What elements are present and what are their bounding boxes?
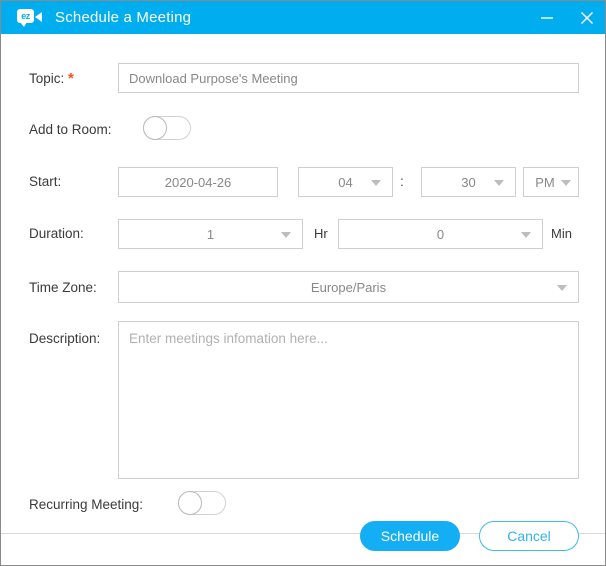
duration-hours-value: 1 bbox=[206, 226, 215, 242]
duration-minutes-select[interactable]: 0 bbox=[338, 219, 543, 249]
time-zone-select[interactable]: Europe/Paris bbox=[118, 271, 579, 303]
start-date-input[interactable]: 2020-04-26 bbox=[118, 167, 278, 197]
toggle-knob bbox=[178, 491, 202, 515]
add-to-room-label: Add to Room: bbox=[29, 122, 112, 137]
chevron-down-icon bbox=[281, 232, 291, 238]
cancel-button[interactable]: Cancel bbox=[479, 521, 579, 551]
schedule-button[interactable]: Schedule bbox=[360, 521, 460, 551]
duration-hours-unit: Hr bbox=[314, 226, 328, 241]
ez-video-icon: ez bbox=[17, 8, 43, 28]
chevron-down-icon bbox=[371, 180, 381, 186]
description-textarea[interactable]: Enter meetings infomation here... bbox=[118, 321, 579, 479]
start-hour-value: 04 bbox=[338, 174, 353, 190]
window-controls bbox=[527, 1, 605, 34]
start-meridiem-select[interactable]: PM bbox=[523, 167, 579, 197]
start-label: Start: bbox=[29, 174, 62, 189]
time-zone-value: Europe/Paris bbox=[310, 279, 387, 295]
window-title: Schedule a Meeting bbox=[55, 9, 192, 26]
start-meridiem-value: PM bbox=[535, 174, 555, 190]
topic-input[interactable]: Download Purpose's Meeting bbox=[118, 63, 579, 93]
minimize-icon[interactable] bbox=[527, 1, 567, 34]
required-asterisk: * bbox=[68, 70, 74, 87]
add-to-room-toggle[interactable] bbox=[143, 116, 191, 140]
description-label: Description: bbox=[29, 331, 101, 346]
duration-label: Duration: bbox=[29, 226, 84, 241]
start-minute-select[interactable]: 30 bbox=[421, 167, 516, 197]
chevron-down-icon bbox=[557, 285, 567, 291]
schedule-meeting-dialog: ez Schedule a Meeting Topic: * Download … bbox=[0, 0, 606, 566]
recurring-meeting-toggle[interactable] bbox=[178, 491, 226, 515]
chevron-down-icon bbox=[521, 232, 531, 238]
time-separator: : bbox=[400, 173, 404, 189]
duration-minutes-value: 0 bbox=[436, 226, 445, 242]
title-bar: ez Schedule a Meeting bbox=[1, 1, 605, 34]
start-hour-select[interactable]: 04 bbox=[298, 167, 393, 197]
time-zone-label: Time Zone: bbox=[29, 280, 97, 295]
toggle-knob bbox=[143, 116, 167, 140]
description-placeholder: Enter meetings infomation here... bbox=[129, 331, 328, 346]
topic-input-value: Download Purpose's Meeting bbox=[129, 70, 298, 86]
start-date-value: 2020-04-26 bbox=[164, 174, 232, 190]
duration-minutes-unit: Min bbox=[551, 226, 572, 241]
recurring-meeting-label: Recurring Meeting: bbox=[29, 497, 144, 512]
topic-label-text: Topic: bbox=[29, 71, 65, 86]
duration-hours-select[interactable]: 1 bbox=[118, 219, 303, 249]
chevron-down-icon bbox=[494, 180, 504, 186]
dialog-footer: Schedule Cancel bbox=[1, 521, 605, 565]
topic-label: Topic: * bbox=[29, 70, 74, 87]
close-icon[interactable] bbox=[567, 1, 605, 34]
start-minute-value: 30 bbox=[461, 174, 476, 190]
dialog-body: Topic: * Download Purpose's Meeting Add … bbox=[1, 34, 605, 533]
chevron-down-icon bbox=[561, 180, 571, 186]
